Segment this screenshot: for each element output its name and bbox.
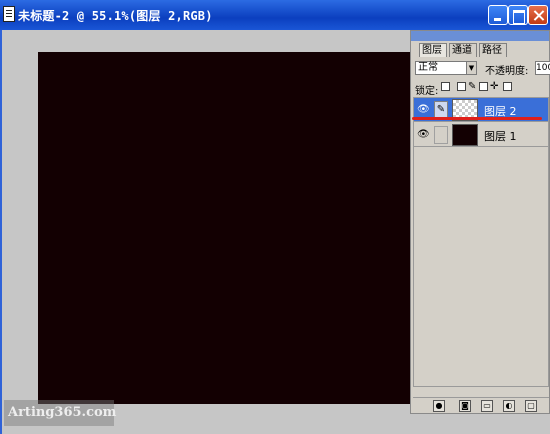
tab-paths[interactable]: 路径 (479, 43, 507, 57)
new-layer-icon[interactable]: ▢ (525, 400, 537, 412)
lock-label: 锁定: (415, 86, 439, 97)
image-canvas[interactable] (38, 52, 422, 404)
layer-mask-icon[interactable]: ◙ (459, 400, 471, 412)
adjustment-layer-icon[interactable]: ◐ (503, 400, 515, 412)
eye-icon[interactable]: 👁 (417, 129, 430, 141)
lock-position-checkbox[interactable] (479, 82, 488, 91)
opacity-input[interactable]: 100 (535, 61, 550, 75)
layer-row[interactable]: 👁 图层 1 (414, 123, 548, 147)
annotation-underline (412, 117, 542, 120)
document-icon[interactable] (3, 6, 15, 22)
brush-icon: ✎ (468, 81, 477, 92)
layer-style-icon[interactable]: ● (433, 400, 445, 412)
blend-mode-value: 正常 (418, 62, 438, 73)
close-button[interactable] (528, 5, 548, 25)
palette-bottom-bar: ● ◙ ▭ ◐ ▢ (413, 397, 549, 413)
minimize-button[interactable] (488, 5, 508, 25)
chevron-down-icon[interactable]: ▼ (466, 62, 476, 74)
lock-all-checkbox[interactable] (503, 82, 512, 91)
watermark-text: Arting365.com (8, 405, 117, 420)
window-title: 未标题-2 @ 55.1%(图层 2,RGB) (18, 9, 213, 23)
tab-layers[interactable]: 图层 (419, 43, 447, 57)
lock-pixels-checkbox[interactable] (457, 82, 466, 91)
link-slot[interactable] (434, 126, 448, 144)
palette-header[interactable] (411, 31, 549, 41)
new-set-icon[interactable]: ▭ (481, 400, 493, 412)
eye-icon[interactable]: 👁 (417, 104, 430, 116)
blend-row: 正常 ▼ 不透明度: 100 (415, 61, 550, 77)
window-titlebar[interactable]: 未标题-2 @ 55.1%(图层 2,RGB) (0, 0, 550, 30)
layer-thumbnail (452, 124, 478, 146)
tab-channels[interactable]: 通道 (449, 43, 477, 57)
layers-palette: 图层 通道 路径 正常 ▼ 不透明度: 100 锁定: ✎ ✛ 👁 ✎ 图层 2… (410, 30, 550, 414)
opacity-label: 不透明度: (485, 66, 529, 77)
maximize-button[interactable] (508, 5, 528, 25)
layers-list: 👁 ✎ 图层 2 👁 图层 1 (413, 97, 549, 387)
blend-mode-select[interactable]: 正常 ▼ (415, 61, 477, 75)
lock-transparency-checkbox[interactable] (441, 82, 450, 91)
lock-row: 锁定: ✎ ✛ (415, 81, 549, 97)
layer-name: 图层 1 (484, 130, 517, 143)
watermark: Arting365.com (4, 400, 117, 426)
move-icon: ✛ (490, 81, 499, 92)
